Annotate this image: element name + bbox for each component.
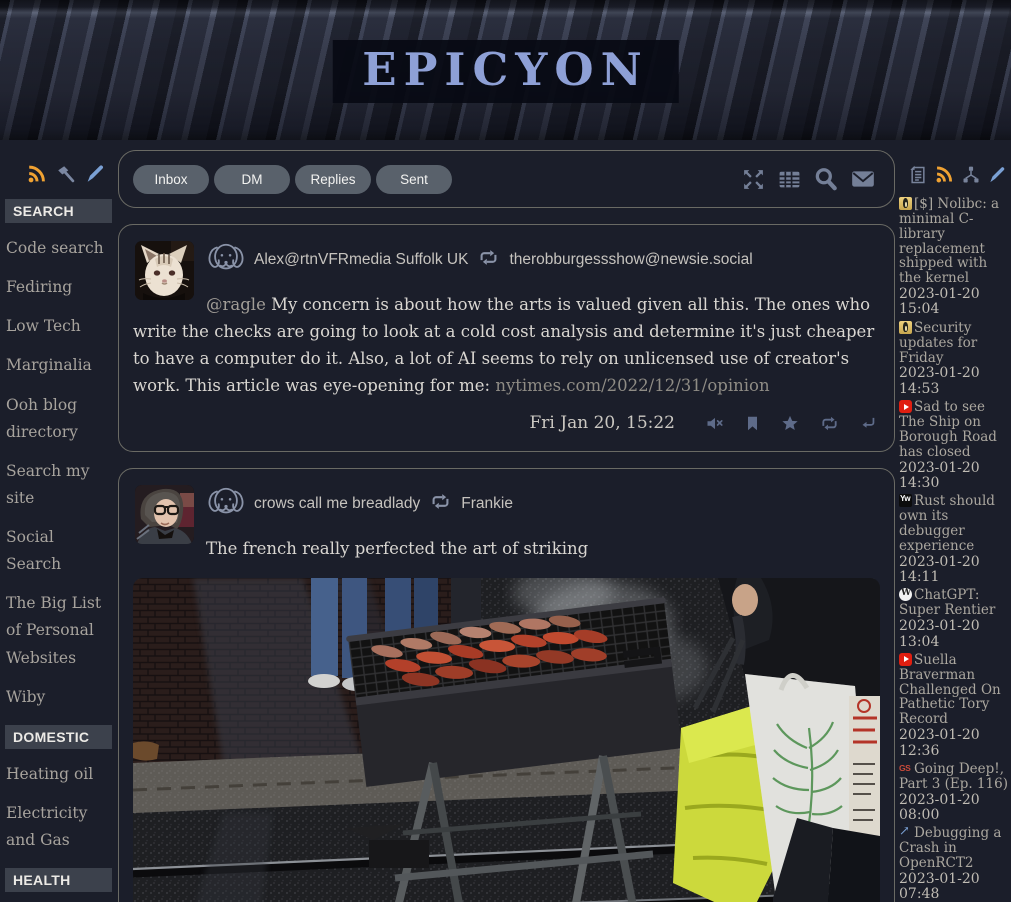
post-footer: Fri Jan 20, 15:22 — [133, 413, 876, 433]
epicyon-app: { "banner": { "title": "EPICYON" }, "lef… — [0, 0, 1011, 902]
favicon-external-arrow-icon — [899, 826, 912, 839]
sidebar-link-social-search[interactable]: Social Search — [6, 524, 112, 578]
newswire-date: 2023-01-20 14:11 — [899, 555, 1009, 586]
boost-announce-icon — [478, 248, 499, 272]
newswire-item[interactable]: Suella Braverman Challenged On Pathetic … — [899, 653, 1009, 759]
sidebar-section-health: HEALTH — [5, 868, 112, 892]
post-card: Alex@rtnVFRmedia Suffolk UK therobburges… — [118, 224, 895, 452]
sidebar-link-wiby[interactable]: Wiby — [6, 684, 112, 711]
newswire-date: 2023-01-20 14:53 — [899, 366, 1009, 397]
mention-link[interactable]: @ragle — [206, 295, 266, 314]
right-sidebar-newswire: [$] Nolibc: a minimal C-library replacem… — [899, 160, 1009, 902]
favicon-lwn-icon — [899, 197, 912, 210]
newswire-item[interactable]: Sad to see The Ship on Borough Road has … — [899, 400, 1009, 491]
newswire-item[interactable]: Going Deep!, Part 3 (Ep. 116) 2023-01-20… — [899, 762, 1009, 823]
newswire-date: 2023-01-20 07:48 — [899, 872, 1009, 902]
newswire-item[interactable]: ChatGPT: Super Rentier 2023-01-20 13:04 — [899, 588, 1009, 649]
timeline-header-icons — [741, 166, 876, 192]
rss-icon[interactable] — [26, 163, 48, 185]
sidebar-link-fediring[interactable]: Fediring — [6, 274, 112, 301]
tab-replies[interactable]: Replies — [295, 165, 371, 194]
expand-fullscreen-icon[interactable] — [741, 167, 766, 192]
search-links-list: Code search Fediring Low Tech Marginalia… — [0, 235, 116, 711]
post-boosted-handle[interactable]: Frankie — [461, 495, 513, 513]
newswire-date: 2023-01-20 12:36 — [899, 728, 1009, 759]
post-boosted-handle[interactable]: therobburgessshow@newsie.social — [509, 251, 752, 269]
post-header: crows call me breadlady Frankie — [206, 483, 880, 525]
banner-image[interactable]: EPICYON — [0, 0, 1011, 140]
post-text: The french really perfected the art of s… — [206, 539, 588, 558]
external-link[interactable]: nytimes.com/2022/12/31/opinion — [495, 376, 769, 395]
favicon-youtube-icon — [899, 653, 912, 666]
post-attached-image[interactable] — [133, 578, 880, 902]
post-card: crows call me breadlady Frankie The fren… — [118, 468, 895, 902]
favicon-lwn-icon — [899, 321, 912, 334]
newswire-item[interactable]: Debugging a Crash in OpenRCT2 2023-01-20… — [899, 826, 1009, 902]
avatar[interactable] — [135, 241, 194, 300]
newswire-item[interactable]: [$] Nolibc: a minimal C-library replacem… — [899, 197, 1009, 318]
epicyon-dog-icon — [206, 483, 246, 525]
domestic-links-list: Heating oil Electricity and Gas — [0, 761, 116, 854]
sidebar-link-big-list[interactable]: The Big List of Personal Websites — [6, 590, 112, 671]
mute-icon[interactable] — [706, 415, 724, 432]
sidebar-link-electricity-gas[interactable]: Electricity and Gas — [6, 800, 112, 854]
rss-icon[interactable] — [934, 164, 955, 185]
reply-icon[interactable] — [860, 415, 876, 431]
tab-dm[interactable]: DM — [214, 165, 290, 194]
sidebar-link-low-tech[interactable]: Low Tech — [6, 313, 112, 340]
post-header: Alex@rtnVFRmedia Suffolk UK therobburges… — [206, 239, 880, 281]
star-like-icon[interactable] — [781, 415, 799, 432]
site-title: EPICYON — [332, 40, 678, 103]
left-sidebar: SEARCH Code search Fediring Low Tech Mar… — [0, 155, 116, 902]
sidebar-section-search: SEARCH — [5, 199, 112, 223]
left-sidebar-icon-row — [0, 155, 116, 195]
boost-announce-icon — [430, 492, 451, 516]
newswire-item[interactable]: Security updates for Friday 2023-01-20 1… — [899, 321, 1009, 397]
avatar[interactable] — [135, 485, 194, 544]
sidebar-link-search-my-site[interactable]: Search my site — [6, 458, 112, 512]
newswire-item[interactable]: Rust should own its debugger experience … — [899, 494, 1009, 585]
sidebar-link-code-search[interactable]: Code search — [6, 235, 112, 262]
newswire-icon-row — [899, 160, 1009, 193]
newswire-date: 2023-01-20 08:00 — [899, 793, 1009, 824]
post-body: The french really perfected the art of s… — [133, 535, 880, 562]
epicyon-dog-icon — [206, 239, 246, 281]
tab-inbox[interactable]: Inbox — [133, 165, 209, 194]
edit-pen-icon[interactable] — [987, 165, 1007, 185]
sidebar-link-heating-oil[interactable]: Heating oil — [6, 761, 112, 788]
post-author-handle[interactable]: crows call me breadlady — [254, 495, 420, 513]
hashtag-categories-icon[interactable] — [961, 165, 981, 185]
mail-envelope-icon[interactable] — [850, 166, 876, 192]
edit-pen-icon[interactable] — [84, 163, 106, 185]
newswire-date: 2023-01-20 14:30 — [899, 461, 1009, 492]
timeline-header: Inbox DM Replies Sent — [118, 150, 895, 208]
post-timestamp[interactable]: Fri Jan 20, 15:22 — [530, 413, 676, 433]
post-body: @ragle My concern is about how the arts … — [133, 291, 880, 399]
newswire-list: [$] Nolibc: a minimal C-library replacem… — [899, 197, 1009, 902]
search-icon[interactable] — [813, 166, 839, 192]
timeline-column: Inbox DM Replies Sent — [118, 150, 895, 902]
boost-repeat-icon[interactable] — [820, 415, 839, 432]
newswire-document-icon[interactable] — [908, 165, 928, 185]
sidebar-section-domestic: DOMESTIC — [5, 725, 112, 749]
newswire-date: 2023-01-20 15:04 — [899, 287, 1009, 318]
edit-links-hammer-icon[interactable] — [55, 163, 77, 185]
favicon-youtube-icon — [899, 400, 912, 413]
favicon-gs-icon — [899, 762, 912, 775]
favicon-yw-icon — [899, 494, 912, 507]
newswire-date: 2023-01-20 13:04 — [899, 619, 1009, 650]
tab-sent[interactable]: Sent — [376, 165, 452, 194]
bookmark-icon[interactable] — [745, 415, 760, 432]
favicon-wordpress-icon — [899, 588, 912, 601]
timeline-tabs: Inbox DM Replies Sent — [133, 165, 452, 194]
sidebar-link-ooh-blog[interactable]: Ooh blog directory — [6, 392, 112, 446]
post-author-handle[interactable]: Alex@rtnVFRmedia Suffolk UK — [254, 251, 468, 269]
calendar-grid-icon[interactable] — [777, 167, 802, 192]
sidebar-link-marginalia[interactable]: Marginalia — [6, 352, 112, 379]
